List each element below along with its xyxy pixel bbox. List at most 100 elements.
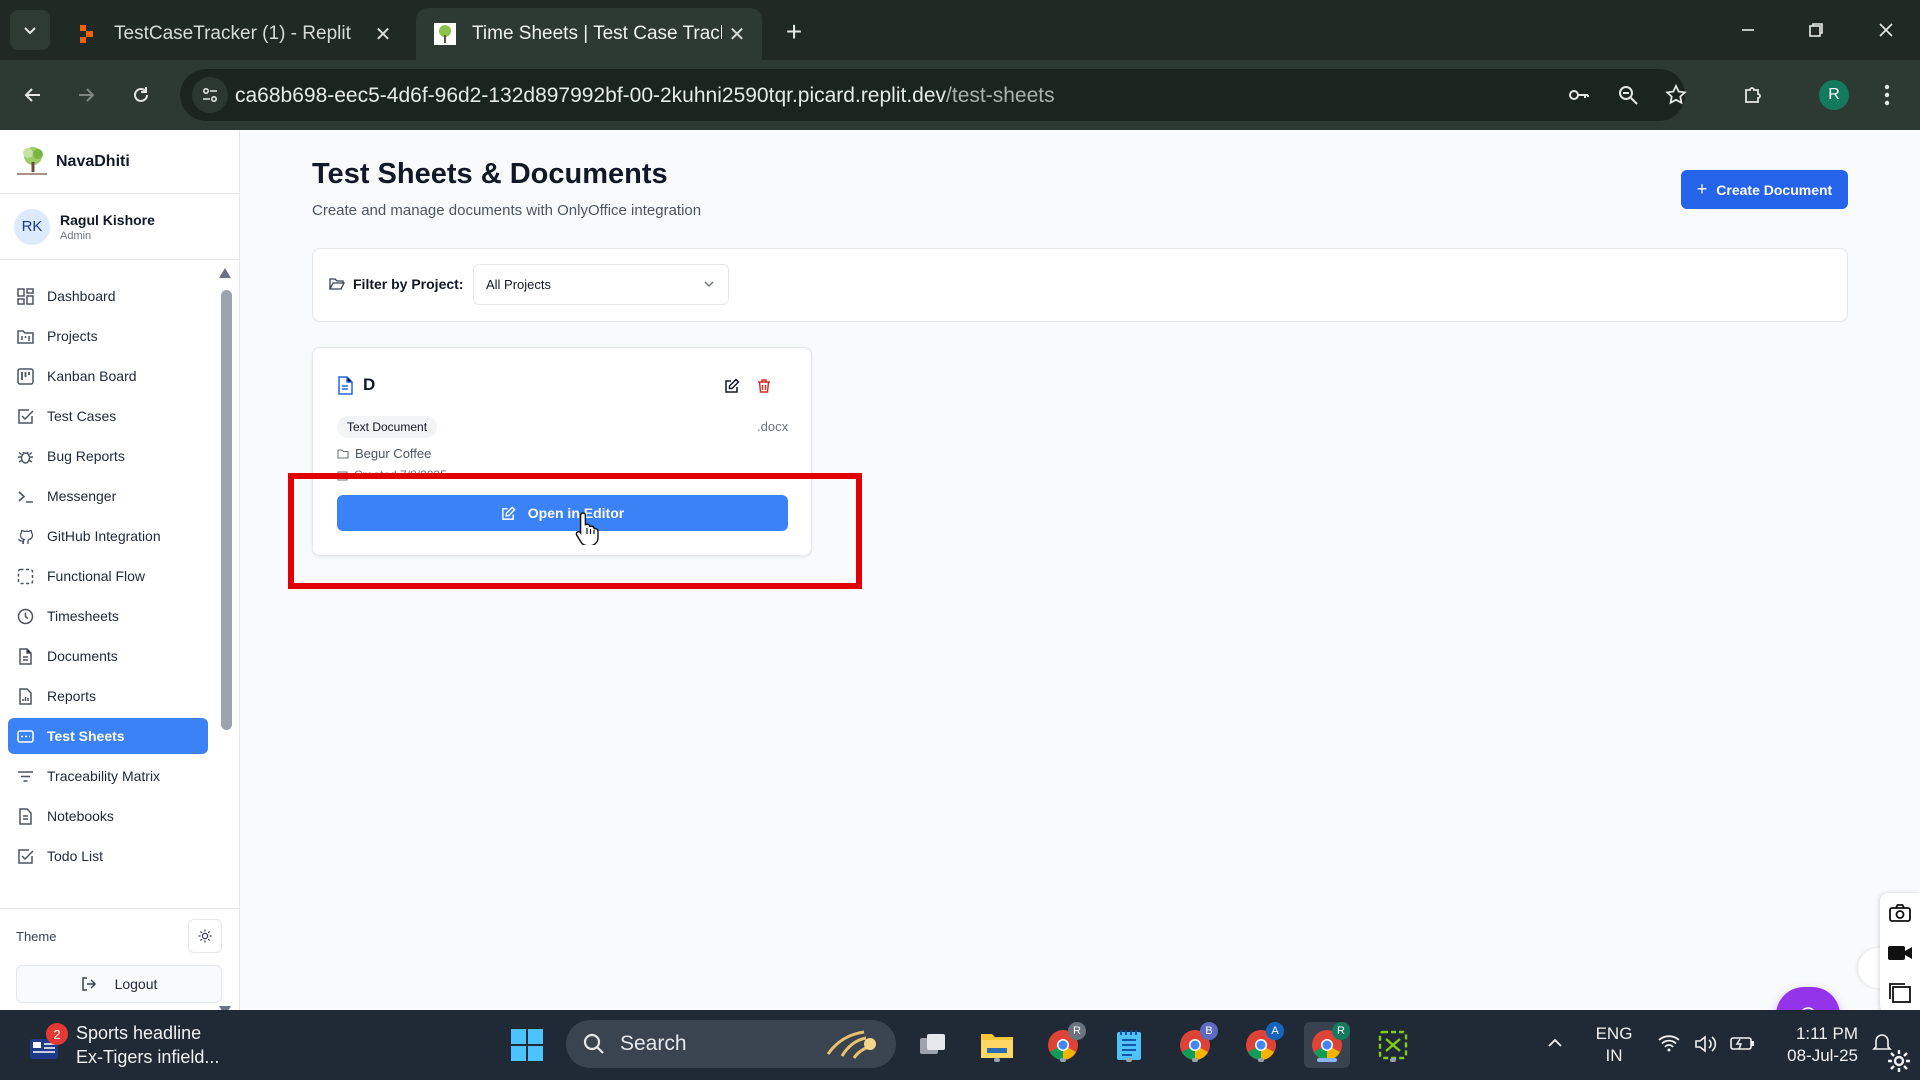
snipping-tool-button[interactable] [1370, 1022, 1416, 1068]
close-icon [1879, 23, 1893, 37]
sidebar-item-messenger[interactable]: Messenger [8, 478, 208, 514]
sidebar-item-github-integration[interactable]: GitHub Integration [8, 518, 208, 554]
delete-document-button[interactable] [751, 373, 777, 399]
clock[interactable]: 1:11 PM 08-Jul-25 [1770, 1023, 1858, 1067]
language-indicator[interactable]: ENG IN [1594, 1023, 1634, 1067]
volume-icon[interactable] [1694, 1034, 1718, 1054]
sidebar-item-label: Messenger [47, 488, 117, 504]
zoom-button[interactable] [1610, 77, 1646, 113]
browser-menu-button[interactable] [1867, 75, 1907, 115]
close-icon[interactable]: ✕ [722, 19, 752, 49]
tab-search-button[interactable] [10, 10, 50, 50]
profile-avatar[interactable]: R [1819, 80, 1849, 110]
close-window-button[interactable] [1866, 10, 1906, 50]
scroll-up-arrow-icon[interactable] [219, 268, 231, 278]
tune-icon [202, 87, 218, 103]
windows-logo-icon [511, 1029, 543, 1061]
notification-badge: 2 [46, 1023, 68, 1045]
password-key-button[interactable] [1561, 77, 1597, 113]
logout-button[interactable]: Logout [16, 965, 222, 1003]
close-icon[interactable]: ✕ [368, 19, 398, 49]
avatar: RK [14, 208, 50, 245]
chrome-profile-button[interactable]: A [1238, 1022, 1284, 1068]
edit-icon [501, 505, 516, 521]
browser-toolbar: ca68b698-eec5-4d6f-96d2-132d897992bf-00-… [0, 60, 1920, 130]
record-video-button[interactable] [1880, 933, 1920, 973]
browser-tab-active[interactable]: Time Sheets | Test Case Tracker ✕ [416, 8, 762, 60]
chrome-profile-button[interactable]: B [1172, 1022, 1218, 1068]
logout-label: Logout [114, 976, 158, 992]
notebook-icon [16, 807, 34, 825]
chevron-down-icon [702, 277, 716, 291]
window-snip-button[interactable] [1880, 973, 1920, 1013]
settings-gear-icon[interactable] [1886, 1048, 1912, 1074]
sidebar-item-label: Test Sheets [47, 728, 125, 744]
sidebar-item-projects[interactable]: Projects [8, 318, 208, 354]
running-indicator [1258, 1058, 1264, 1062]
more-vertical-icon [1884, 84, 1890, 106]
site-info-button[interactable] [192, 77, 228, 113]
sidebar-item-label: Timesheets [47, 608, 119, 624]
sidebar-item-label: GitHub Integration [47, 528, 161, 544]
sidebar-item-test-sheets[interactable]: Test Sheets [8, 718, 208, 754]
folder-icon [337, 448, 349, 460]
screenshot-button[interactable] [1880, 893, 1920, 933]
file-explorer-button[interactable] [974, 1022, 1020, 1068]
open-in-editor-button[interactable]: Open in Editor [337, 495, 788, 531]
document-project: Begur Coffee [337, 446, 431, 461]
news-headline: Sports headline [76, 1023, 202, 1043]
sidebar-item-dashboard[interactable]: Dashboard [8, 278, 208, 314]
sidebar-item-kanban-board[interactable]: Kanban Board [8, 358, 208, 394]
sidebar-item-bug-reports[interactable]: Bug Reports [8, 438, 208, 474]
active-indicator [1317, 1058, 1337, 1062]
news-widget[interactable]: 2 Sports headline Ex-Tigers infield... [24, 1020, 244, 1070]
arrow-left-icon [24, 88, 40, 102]
taskbar-search[interactable]: Search [566, 1020, 896, 1068]
user-role: Admin [60, 229, 92, 242]
sidebar-item-notebooks[interactable]: Notebooks [8, 798, 208, 834]
sidebar-item-reports[interactable]: Reports [8, 678, 208, 714]
terminal-icon [16, 487, 34, 505]
sidebar-item-documents[interactable]: Documents [8, 638, 208, 674]
chrome-profile-button[interactable]: R [1040, 1022, 1086, 1068]
app-window: NavaDhiti RK Ragul Kishore Admin Dashboa… [0, 130, 1920, 1043]
sidebar-item-traceability-matrix[interactable]: Traceability Matrix [8, 758, 208, 794]
snipping-tool-icon [1378, 1030, 1408, 1060]
sidebar-scroll-thumb[interactable] [221, 290, 232, 730]
theme-toggle-button[interactable] [188, 919, 222, 953]
document-title: D [337, 375, 375, 395]
reload-button[interactable] [121, 75, 161, 115]
sidebar-item-test-cases[interactable]: Test Cases [8, 398, 208, 434]
sidebar-item-functional-flow[interactable]: Functional Flow [8, 558, 208, 594]
logout-icon [81, 976, 97, 992]
chrome-profile-button-active[interactable]: R [1304, 1022, 1350, 1068]
sidebar-item-timesheets[interactable]: Timesheets [8, 598, 208, 634]
sun-icon [198, 929, 212, 943]
restore-button[interactable] [1796, 10, 1836, 50]
bookmark-button[interactable] [1658, 77, 1694, 113]
extensions-button[interactable] [1733, 75, 1773, 115]
battery-icon[interactable] [1730, 1034, 1756, 1052]
video-camera-icon [1888, 946, 1912, 960]
create-document-button[interactable]: + Create Document [1681, 170, 1848, 209]
project-filter-select[interactable]: All Projects [473, 264, 729, 305]
chrome-profile-badge: R [1332, 1022, 1350, 1040]
notepad-button[interactable] [1106, 1022, 1152, 1068]
star-icon [1665, 84, 1687, 105]
back-button[interactable] [13, 75, 53, 115]
search-placeholder: Search [620, 1032, 687, 1055]
restore-icon [1809, 23, 1823, 37]
forward-button[interactable] [66, 75, 106, 115]
wifi-icon[interactable] [1658, 1034, 1680, 1052]
address-bar[interactable]: ca68b698-eec5-4d6f-96d2-132d897992bf-00-… [180, 69, 1687, 121]
new-tab-button[interactable]: + [776, 14, 812, 50]
sidebar-item-todo-list[interactable]: Todo List [8, 838, 208, 874]
edit-document-button[interactable] [719, 373, 745, 399]
browser-tab-replit[interactable]: TestCaseTracker (1) - Replit ✕ [58, 8, 408, 60]
minimize-button[interactable] [1728, 10, 1768, 50]
start-button[interactable] [504, 1022, 550, 1068]
show-hidden-icons-button[interactable] [1546, 1034, 1564, 1052]
task-view-button[interactable] [910, 1022, 956, 1068]
url-host: ca68b698-eec5-4d6f-96d2-132d897992bf-00-… [235, 84, 947, 107]
file-text-icon [16, 647, 34, 665]
